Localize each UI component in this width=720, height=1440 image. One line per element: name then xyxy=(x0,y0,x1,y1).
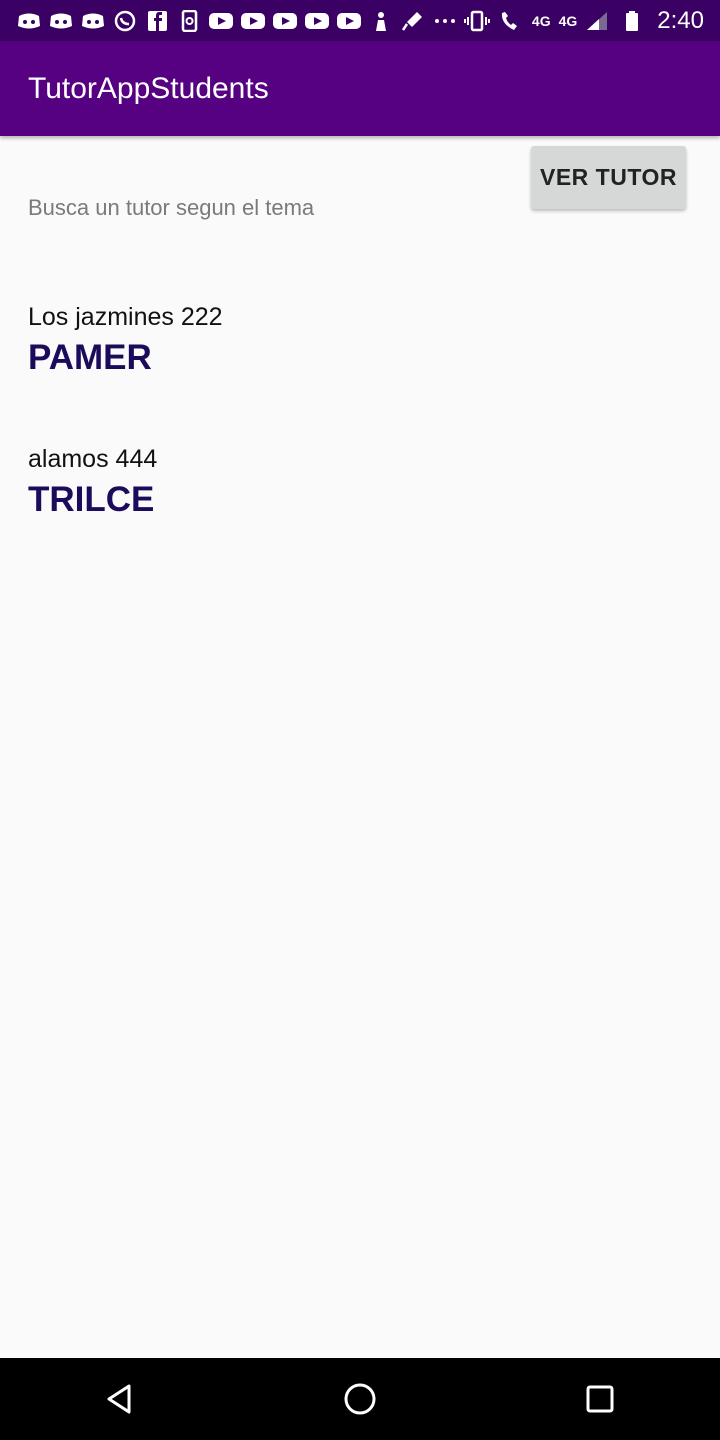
discord-icon xyxy=(80,10,106,32)
back-icon[interactable] xyxy=(90,1369,150,1429)
navigation-bar xyxy=(0,1358,720,1440)
youtube-icon xyxy=(240,10,266,32)
whatsapp-icon xyxy=(112,10,138,32)
youtube-icon xyxy=(272,10,298,32)
facebook-icon xyxy=(144,10,170,32)
item-name: TRILCE xyxy=(28,480,155,519)
list-item[interactable]: alamos 444 TRILCE xyxy=(28,445,157,520)
youtube-icon xyxy=(208,10,234,32)
item-address: Los jazmines 222 xyxy=(28,303,223,331)
item-name: PAMER xyxy=(28,338,152,377)
clock: 2:40 xyxy=(657,6,704,34)
network-type-label: 4G xyxy=(531,12,551,29)
notification-icons xyxy=(16,9,458,32)
mic-icon xyxy=(400,10,426,32)
wifi-call-icon xyxy=(498,10,524,32)
search-hint[interactable]: Busca un tutor segun el tema xyxy=(28,195,314,221)
phone-sync-icon xyxy=(176,9,202,32)
youtube-icon xyxy=(336,10,362,32)
signal-icon xyxy=(585,10,611,32)
ver-tutor-button[interactable]: VER TUTOR xyxy=(531,146,686,209)
home-icon[interactable] xyxy=(330,1369,390,1429)
status-bar: 4G 4G 2:40 xyxy=(0,0,720,41)
system-icons: 4G 4G 2:40 xyxy=(463,6,704,35)
discord-icon xyxy=(16,10,42,32)
battery-icon xyxy=(619,10,645,32)
network-type-label: 4G xyxy=(558,12,578,29)
app-bar: TutorAppStudents xyxy=(0,41,720,136)
app-title: TutorAppStudents xyxy=(28,71,269,105)
vibrate-icon xyxy=(463,10,490,32)
youtube-icon xyxy=(304,10,330,32)
more-icon xyxy=(432,10,458,32)
cleaner-icon xyxy=(368,10,394,32)
list-item[interactable]: Los jazmines 222 PAMER xyxy=(28,303,223,378)
discord-icon xyxy=(48,10,74,32)
item-address: alamos 444 xyxy=(28,445,158,473)
recents-icon[interactable] xyxy=(570,1369,630,1429)
